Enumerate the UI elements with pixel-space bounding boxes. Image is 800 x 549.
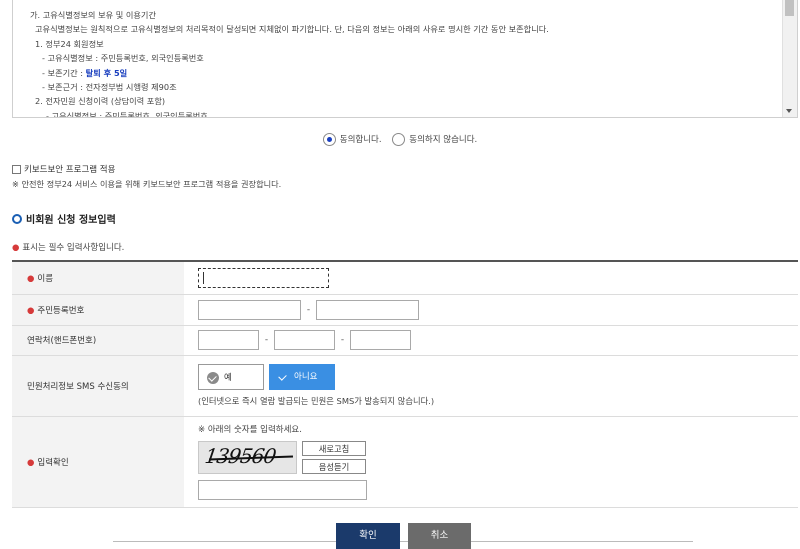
agree-yes-option[interactable]: 동의합니다.	[322, 133, 382, 146]
circle-bullet-icon	[12, 214, 22, 224]
form-row-captcha: ● 입력확인 ※ 아래의 숫자를 입력하세요. 139560 새로고침 음성듣기	[12, 416, 798, 508]
radio-unchecked-icon[interactable]	[392, 133, 406, 146]
phone-separator: -	[340, 335, 345, 345]
radio-checked-icon[interactable]	[322, 133, 336, 146]
agree-yes-label: 동의합니다.	[339, 135, 382, 145]
captcha-input[interactable]	[198, 480, 367, 500]
terms-line: - 고유식별정보 : 주민등록번호, 외국인등록번호	[42, 53, 204, 64]
text-caret	[203, 271, 204, 284]
captcha-refresh-button[interactable]: 새로고침	[302, 441, 366, 456]
sms-yes-label: 예	[224, 373, 232, 383]
sms-value-cell: 예 아니요 (인터넷으로 즉시 열람 발급되는 민원은 SMS가 발송되지 않습니…	[184, 355, 798, 417]
keyboard-security-note: ※ 안전한 정부24 서비스 이용을 위해 키보드보안 프로그램 적용을 권장합…	[12, 179, 282, 189]
required-note: ● 표시는 필수 입력사항입니다.	[12, 241, 124, 253]
phone-label: 연락처(핸드폰번호)	[27, 336, 97, 346]
required-note-text: 표시는 필수 입력사항입니다.	[22, 243, 125, 253]
scrollbar-thumb[interactable]	[785, 0, 794, 16]
name-input[interactable]	[198, 267, 329, 288]
rrn-separator: -	[306, 304, 311, 315]
form-row-rrn: ● 주민등록번호 -	[12, 294, 798, 326]
captcha-label: 입력확인	[37, 457, 69, 468]
phone-middle-input[interactable]	[274, 330, 335, 350]
captcha-value-cell: ※ 아래의 숫자를 입력하세요. 139560 새로고침 음성듣기	[184, 416, 798, 508]
required-mark: ●	[27, 457, 35, 468]
sms-no-button[interactable]: 아니요	[269, 364, 335, 390]
keyboard-security-label: 키보드보안 프로그램 적용	[24, 165, 116, 175]
agree-no-option[interactable]: 동의하지 않습니다.	[392, 133, 478, 146]
keyboard-security-option[interactable]: 키보드보안 프로그램 적용	[12, 163, 115, 175]
sms-label: 민원처리정보 SMS 수신동의	[27, 381, 129, 392]
phone-label-cell: 연락처(핸드폰번호)	[12, 325, 184, 356]
captcha-buttons: 새로고침음성듣기	[302, 441, 366, 477]
form-row-sms: 민원처리정보 SMS 수신동의 예 아니요 (인터넷으로 즉시 열람 발급되는 민…	[12, 355, 798, 417]
sms-yes-button[interactable]: 예	[198, 364, 264, 390]
section-title-text: 비회원 신청 정보입력	[26, 215, 116, 226]
terms-scrollbar[interactable]	[782, 0, 797, 117]
terms-line: 가. 고유식별정보의 보유 및 이용기간	[30, 10, 157, 20]
captcha-row: 139560 새로고침 음성듣기	[198, 441, 798, 477]
retention-label: - 보존기간 :	[42, 67, 84, 78]
rrn-back-input[interactable]	[316, 299, 419, 320]
terms-line: 2. 전자민원 신청이력 (상담이력 포함)	[35, 96, 166, 107]
terms-line: 1. 정부24 회원정보	[35, 38, 104, 49]
phone-value-cell: --	[184, 325, 798, 356]
form-row-name: ● 이름	[12, 260, 798, 295]
rrn-front-input[interactable]	[198, 299, 301, 320]
name-label-cell: ● 이름	[12, 260, 184, 295]
phone-separator: -	[264, 335, 269, 345]
name-label: 이름	[37, 273, 54, 284]
sms-toggle-group: 예 아니요	[198, 364, 798, 390]
sms-label-cell: 민원처리정보 SMS 수신동의	[12, 355, 184, 417]
terms-line: 고유식별정보는 원칙적으로 고유식별정보의 처리목적이 달성되면 지체없이 파기…	[35, 24, 549, 35]
keyboard-security-checkbox[interactable]	[12, 165, 21, 174]
captcha-image: 139560	[198, 441, 297, 474]
terms-line: - 보존기간 : 탈퇴 후 5일	[30, 66, 777, 80]
captcha-label-cell: ● 입력확인	[12, 416, 184, 508]
terms-line: - 보존근거 : 전자정부법 시행령 제90조	[42, 82, 177, 93]
terms-content: 가. 고유식별정보의 보유 및 이용기간 고유식별정보는 원칙적으로 고유식별정…	[30, 8, 777, 118]
required-mark: ●	[12, 243, 20, 253]
terms-line: - 고유식별정보 : 주민등록번호, 외국인등록번호	[46, 110, 208, 118]
rrn-label: 주민등록번호	[37, 305, 85, 316]
captcha-audio-button[interactable]: 음성듣기	[302, 459, 366, 474]
terms-box[interactable]: 가. 고유식별정보의 보유 및 이용기간 고유식별정보는 원칙적으로 고유식별정…	[12, 0, 798, 118]
rrn-label-cell: ● 주민등록번호	[12, 294, 184, 326]
confirm-button[interactable]: 확인	[336, 523, 400, 549]
check-icon	[277, 371, 289, 383]
required-mark: ●	[27, 273, 35, 284]
scroll-down-icon[interactable]	[786, 109, 792, 113]
retention-period: 탈퇴 후 5일	[85, 67, 128, 78]
agree-no-label: 동의하지 않습니다.	[409, 135, 478, 145]
rrn-value-cell: -	[184, 294, 798, 326]
check-icon	[207, 371, 219, 384]
phone-first-input[interactable]	[198, 330, 259, 350]
required-mark: ●	[27, 305, 35, 316]
section-title: 비회원 신청 정보입력	[12, 211, 116, 226]
captcha-input-wrap	[198, 480, 798, 500]
name-value-cell	[184, 260, 798, 295]
sms-note: (인터넷으로 즉시 열람 발급되는 민원은 SMS가 발송되지 않습니다.)	[198, 396, 435, 406]
cancel-button[interactable]: 취소	[408, 523, 471, 549]
applicant-form: ● 이름 ● 주민등록번호 - 연락처(핸드폰번호) -- 민원처리정보 SMS 수…	[12, 260, 798, 508]
phone-last-input[interactable]	[350, 330, 411, 350]
captcha-hint: ※ 아래의 숫자를 입력하세요.	[198, 425, 302, 435]
agree-radio-group: 동의합니다. 동의하지 않습니다.	[0, 133, 800, 146]
sms-no-label: 아니요	[294, 372, 318, 382]
form-row-phone: 연락처(핸드폰번호) --	[12, 325, 798, 356]
